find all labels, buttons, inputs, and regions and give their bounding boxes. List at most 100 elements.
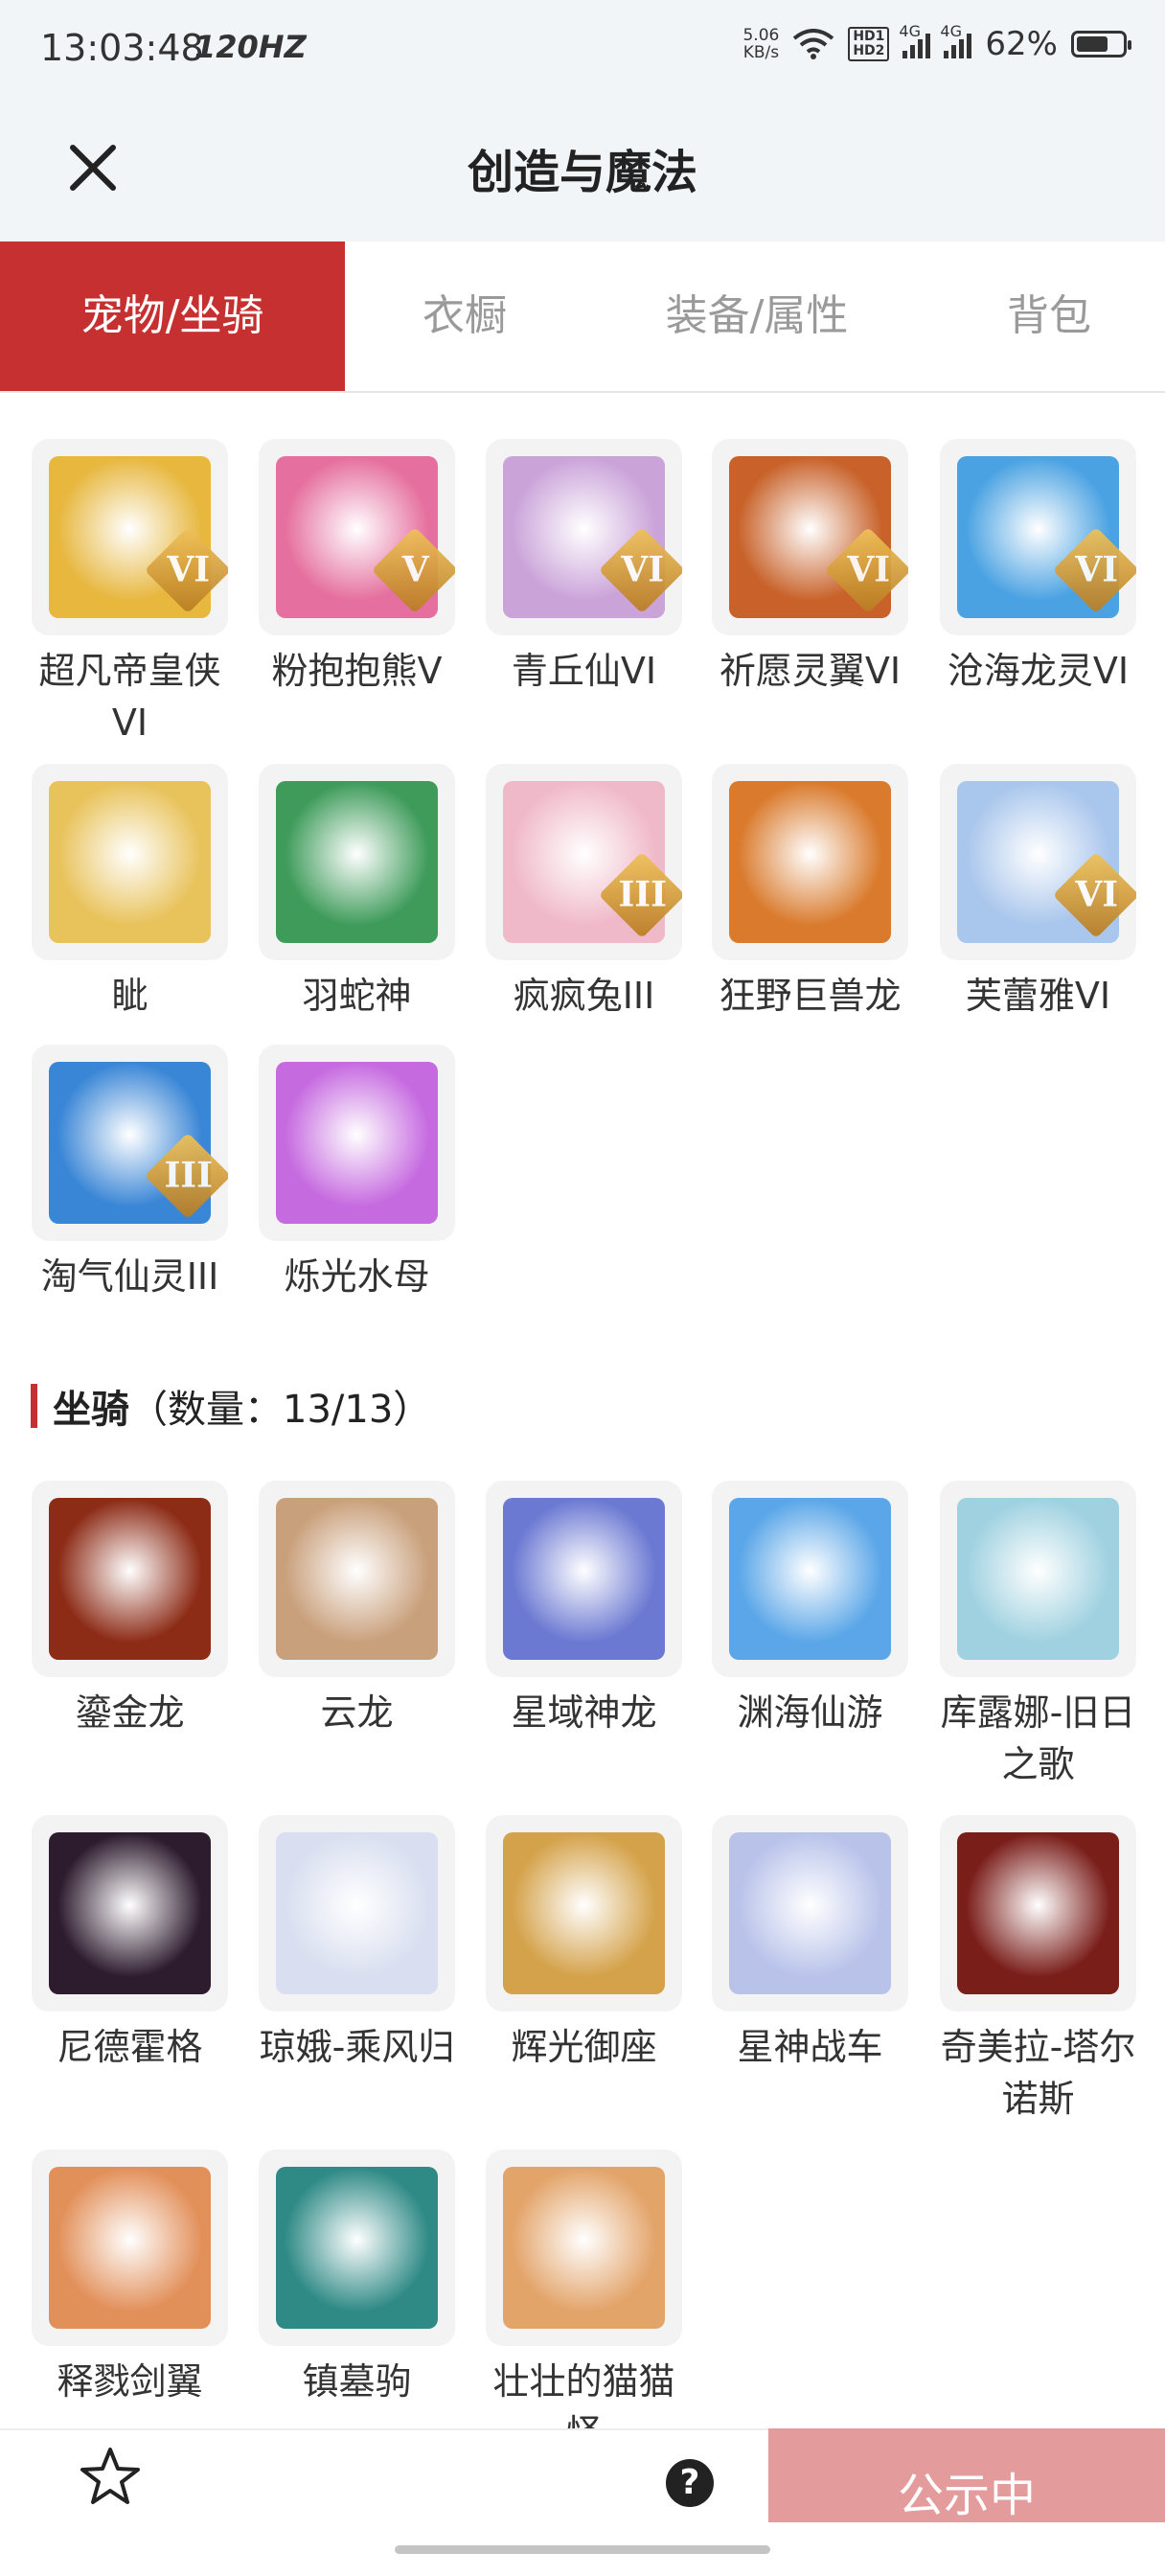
item-art xyxy=(729,781,891,943)
item-thumbnail: VI xyxy=(712,439,908,635)
grid-item[interactable]: VI 青丘仙VI xyxy=(486,439,682,697)
item-thumbnail xyxy=(259,2150,455,2346)
grid-item[interactable]: 狂野巨兽龙 xyxy=(712,764,908,1022)
item-thumbnail xyxy=(259,1045,455,1241)
grid-item[interactable]: VI 祈愿灵翼VI xyxy=(712,439,908,697)
grid-item[interactable]: 释戮剑翼 xyxy=(32,2150,228,2407)
item-thumbnail xyxy=(712,764,908,960)
grid-item[interactable]: 星神战车 xyxy=(712,1815,908,2073)
grid-item[interactable]: 云龙 xyxy=(259,1481,455,1738)
item-name: 云龙 xyxy=(320,1691,394,1734)
grid-item[interactable]: 库露娜-旧日之歌 xyxy=(940,1481,1136,1790)
item-name: 粉抱抱熊Ⅴ xyxy=(271,650,443,692)
item-name: 眦 xyxy=(111,975,148,1017)
grid-item[interactable]: 琼娥-乘风归 xyxy=(259,1815,455,2073)
item-name: 沧海龙灵VI xyxy=(947,650,1130,692)
item-thumbnail xyxy=(32,1815,228,2012)
item-art xyxy=(276,1062,438,1224)
signal-icon-1: 4G xyxy=(899,22,931,58)
item-thumbnail xyxy=(259,1481,455,1677)
item-thumbnail xyxy=(486,1481,682,1677)
grid-item[interactable]: VI 芙蕾雅VI xyxy=(940,764,1136,1022)
grid-item[interactable]: VI 超凡帝皇侠VI xyxy=(32,439,228,748)
grid-item[interactable]: 奇美拉-塔尔诺斯 xyxy=(940,1815,1136,2125)
wifi-icon xyxy=(793,29,834,59)
item-thumbnail xyxy=(940,1481,1136,1677)
item-thumbnail xyxy=(712,1481,908,1677)
grid-item[interactable]: V 粉抱抱熊Ⅴ xyxy=(259,439,455,697)
item-thumbnail xyxy=(259,1815,455,2012)
item-thumbnail: V xyxy=(259,439,455,635)
bottom-bar: ? 公示中 xyxy=(0,2428,1165,2522)
net-speed: 5.06 KB/s xyxy=(742,26,780,62)
item-thumbnail: VI xyxy=(486,439,682,635)
grid-item[interactable]: III 淘气仙灵III xyxy=(32,1045,228,1302)
battery-icon xyxy=(1071,31,1131,58)
tab-pets-mounts[interactable]: 宠物/坐骑 xyxy=(0,242,345,391)
item-name: 辉光御座 xyxy=(511,2026,657,2068)
status-icons: 5.06 KB/s HD1 HD2 4G 4G 62% xyxy=(742,22,1131,63)
item-thumbnail xyxy=(259,764,455,960)
grid-item[interactable]: 眦 xyxy=(32,764,228,1022)
item-art xyxy=(276,2167,438,2329)
item-name: 释戮剑翼 xyxy=(57,2360,203,2403)
item-name: 芙蕾雅VI xyxy=(965,975,1111,1017)
item-art xyxy=(957,1832,1119,1994)
item-name: 星域神龙 xyxy=(511,1691,657,1734)
tab-equipment[interactable]: 装备/属性 xyxy=(623,242,891,391)
section-accent-bar xyxy=(31,1384,37,1428)
item-art xyxy=(276,1498,438,1660)
grid-item[interactable]: 渊海仙游 xyxy=(712,1481,908,1738)
signal-icon-2: 4G xyxy=(940,22,972,58)
star-icon[interactable] xyxy=(77,2444,144,2511)
item-name: 星神战车 xyxy=(737,2026,883,2068)
item-art xyxy=(957,1498,1119,1660)
page-title: 创造与魔法 xyxy=(467,146,697,199)
item-art xyxy=(49,1832,211,1994)
item-thumbnail: VI xyxy=(940,439,1136,635)
home-indicator[interactable] xyxy=(395,2545,770,2554)
item-thumbnail: III xyxy=(32,1045,228,1241)
tab-backpack[interactable]: 背包 xyxy=(968,242,1131,391)
item-thumbnail: III xyxy=(486,764,682,960)
item-name: 镇墓驹 xyxy=(302,2360,412,2403)
status-time: 13:03:48 xyxy=(40,27,204,69)
battery-percent: 62% xyxy=(985,25,1058,63)
item-name: 淘气仙灵III xyxy=(40,1255,219,1298)
grid-item[interactable]: 星域神龙 xyxy=(486,1481,682,1738)
grid-item[interactable]: 鎏金龙 xyxy=(32,1481,228,1738)
grid-item[interactable]: 羽蛇神 xyxy=(259,764,455,1022)
help-button[interactable]: ? xyxy=(666,2459,714,2507)
tab-wardrobe[interactable]: 衣橱 xyxy=(383,242,546,391)
item-thumbnail xyxy=(940,1815,1136,2012)
tab-bar: 宠物/坐骑 衣橱 装备/属性 背包 xyxy=(0,242,1165,393)
item-art xyxy=(503,2167,665,2329)
item-thumbnail xyxy=(712,1815,908,2012)
item-art xyxy=(503,1832,665,1994)
item-name: 琼娥-乘风归 xyxy=(259,2026,455,2068)
grid-item[interactable]: 辉光御座 xyxy=(486,1815,682,2073)
item-thumbnail: VI xyxy=(32,439,228,635)
grid-item[interactable]: VI 沧海龙灵VI xyxy=(940,439,1136,697)
item-art xyxy=(276,781,438,943)
item-thumbnail: VI xyxy=(940,764,1136,960)
public-notice-button[interactable]: 公示中 xyxy=(768,2428,1165,2522)
grid-item[interactable]: 壮壮的猫猫怪 xyxy=(486,2150,682,2459)
mounts-section-title: 坐骑（数量：13/13） xyxy=(53,1388,432,1432)
item-art xyxy=(49,1498,211,1660)
item-thumbnail xyxy=(32,2150,228,2346)
item-art xyxy=(729,1832,891,1994)
grid-item[interactable]: III 疯疯兔III xyxy=(486,764,682,1022)
item-art xyxy=(729,1498,891,1660)
grid-item[interactable]: 烁光水母 xyxy=(259,1045,455,1302)
item-thumbnail xyxy=(486,1815,682,2012)
item-name: 青丘仙VI xyxy=(511,650,657,692)
hd-icon: HD1 HD2 xyxy=(848,27,890,61)
grid-item[interactable]: 尼德霍格 xyxy=(32,1815,228,2073)
item-name: 尼德霍格 xyxy=(57,2026,203,2068)
item-name: 鎏金龙 xyxy=(75,1691,185,1734)
item-thumbnail xyxy=(32,764,228,960)
item-name: 烁光水母 xyxy=(284,1255,430,1298)
item-name: 羽蛇神 xyxy=(302,975,412,1017)
grid-item[interactable]: 镇墓驹 xyxy=(259,2150,455,2407)
